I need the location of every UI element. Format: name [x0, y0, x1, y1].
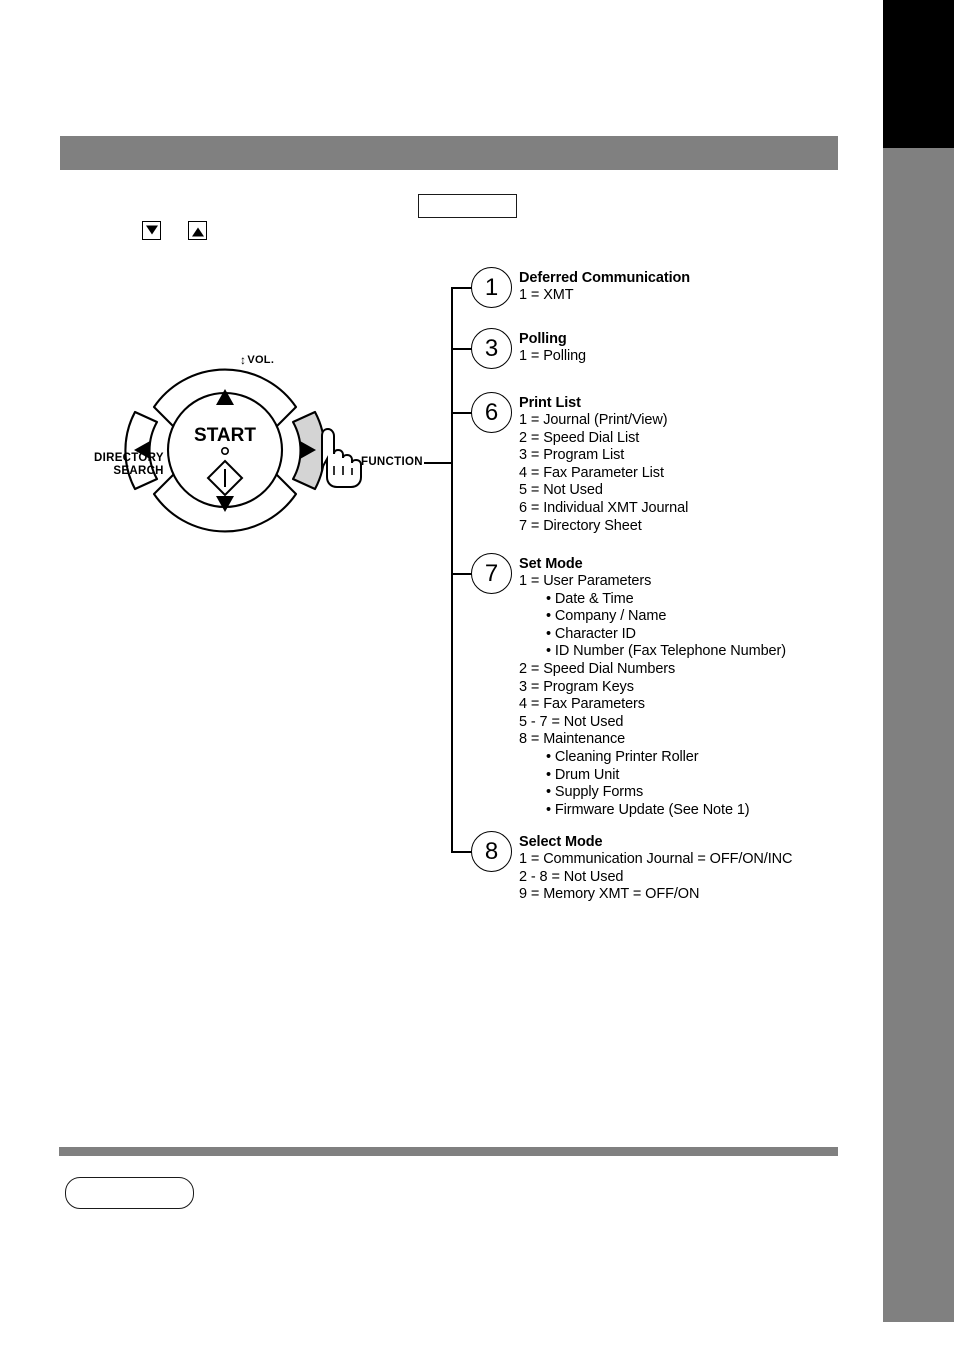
- page-edge-band-gray: [883, 148, 954, 1322]
- menu-item: 2 = Speed Dial List: [519, 429, 640, 446]
- menu-tree-stub: [451, 348, 472, 350]
- page-edge-tab-black: [883, 0, 954, 148]
- keypad-start-label: START: [194, 425, 256, 446]
- menu-tree-spine: [451, 287, 453, 853]
- menu-node-body: Print List 1 = Journal (Print/View) 2 = Sp…: [519, 394, 688, 535]
- menu-node-title: Deferred Communication: [519, 270, 691, 286]
- menu-node-number: 3: [471, 328, 512, 369]
- menu-tree-stub: [451, 412, 472, 414]
- menu-item: 6 = Individual XMT Journal: [519, 499, 689, 516]
- vol-updown-glyph: ↕: [240, 353, 247, 367]
- menu-node-number: 7: [471, 553, 512, 594]
- menu-item: 1 = Polling: [519, 348, 587, 364]
- menu-sub-item: • Drum Unit: [546, 766, 620, 783]
- pointing-hand-cursor-icon: [321, 427, 362, 488]
- menu-node-title: Set Mode: [519, 556, 583, 572]
- menu-item: 4 = Fax Parameters: [519, 696, 645, 713]
- section-title-box: [418, 194, 517, 218]
- keypad-vol-label: ↕VOL.: [240, 354, 274, 366]
- menu-node-title: Print List: [519, 395, 581, 411]
- menu-node-title: Polling: [519, 331, 567, 347]
- menu-item: 5 - 7 = Not Used: [519, 713, 624, 730]
- menu-sub-item: • ID Number (Fax Telephone Number): [546, 643, 786, 660]
- keypad-start-indicator-dot: [221, 447, 230, 456]
- keypad-directory-search-label: DIRECTORY SEARCH: [94, 452, 164, 478]
- menu-item: 8 = Maintenance: [519, 731, 626, 748]
- menu-sub-item: • Character ID: [546, 625, 636, 642]
- menu-item: 1 = Communication Journal = OFF/ON/INC: [519, 851, 793, 867]
- menu-item: 2 - 8 = Not Used: [519, 868, 624, 885]
- menu-sub-item: • Cleaning Printer Roller: [546, 748, 699, 765]
- menu-tree-stub: [451, 573, 472, 575]
- directory-search-line-2: SEARCH: [113, 465, 164, 477]
- menu-node-title: Select Mode: [519, 834, 603, 850]
- triangle-up-icon: [188, 221, 207, 240]
- menu-sub-item: • Supply Forms: [546, 784, 644, 801]
- menu-item: 4 = Fax Parameter List: [519, 464, 664, 481]
- menu-node-number: 8: [471, 831, 512, 872]
- vol-text: VOL.: [247, 354, 275, 366]
- footer-rule: [59, 1147, 838, 1156]
- header-bar: [60, 136, 838, 170]
- function-connector-line: [424, 462, 452, 464]
- menu-node-number: 6: [471, 392, 512, 433]
- page-number-box: [65, 1177, 194, 1209]
- navigation-keypad-illustration: START: [95, 348, 395, 553]
- menu-item: 3 = Program List: [519, 447, 625, 464]
- menu-node-body: Select Mode 1 = Communication Journal = O…: [519, 833, 793, 904]
- menu-node-body: Set Mode 1 = User Parameters • Date & Time…: [519, 555, 786, 819]
- menu-item: 7 = Directory Sheet: [519, 517, 642, 534]
- menu-sub-item: • Firmware Update (See Note 1): [546, 801, 750, 818]
- menu-item: 9 = Memory XMT = OFF/ON: [519, 886, 700, 903]
- keypad-function-label: FUNCTION: [361, 456, 423, 468]
- menu-sub-item: • Date & Time: [546, 590, 634, 607]
- menu-node-body: Polling 1 = Polling: [519, 330, 586, 366]
- menu-item: 1 = XMT: [519, 287, 574, 303]
- triangle-down-icon: [142, 221, 161, 240]
- directory-search-line-1: DIRECTORY: [94, 452, 164, 464]
- menu-item: 3 = Program Keys: [519, 678, 634, 695]
- menu-node-number: 1: [471, 267, 512, 308]
- menu-item: 1 = Journal (Print/View): [519, 412, 668, 428]
- menu-sub-item: • Company / Name: [546, 608, 667, 625]
- menu-item: 1 = User Parameters: [519, 573, 652, 589]
- menu-item: 2 = Speed Dial Numbers: [519, 660, 676, 677]
- menu-tree-stub: [451, 287, 472, 289]
- menu-node-body: Deferred Communication 1 = XMT: [519, 269, 690, 305]
- menu-item: 5 = Not Used: [519, 482, 603, 499]
- menu-tree-stub: [451, 851, 472, 853]
